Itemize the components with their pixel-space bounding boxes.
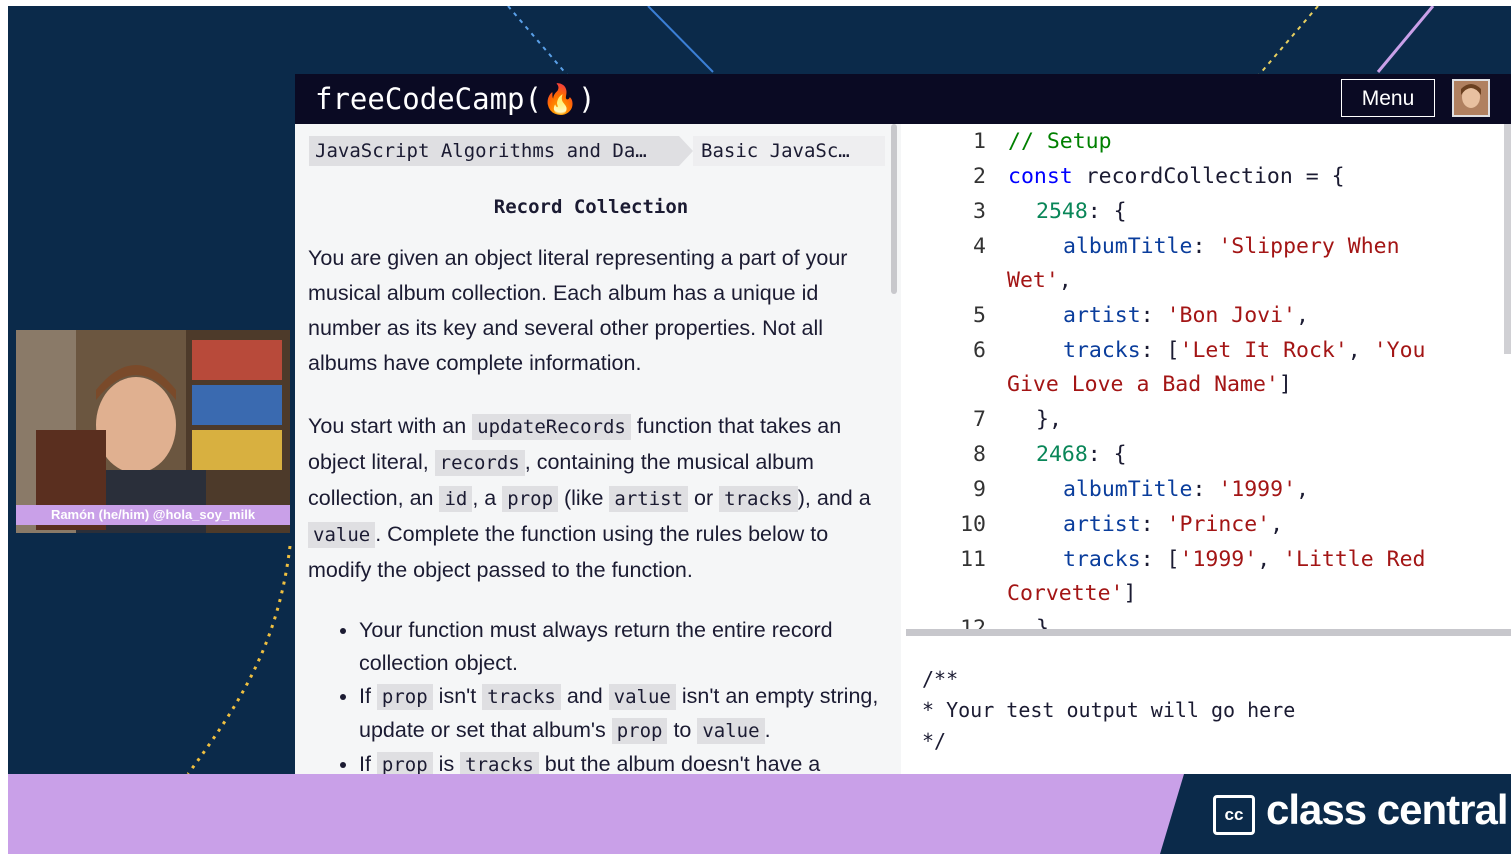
top-nav: freeCodeCamp(🔥) Menu — [295, 74, 1511, 124]
breadcrumb-item-block[interactable]: Basic JavaSc… — [693, 136, 885, 166]
code-line: Give Love a Bad Name'] — [1007, 372, 1292, 397]
breadcrumb-item-superblock[interactable]: JavaScript Algorithms and Da… — [309, 136, 679, 166]
avatar[interactable] — [1452, 79, 1490, 117]
line-number: 3 — [973, 199, 986, 224]
code-line: // Setup — [1008, 129, 1112, 154]
freecodecamp-logo[interactable]: freeCodeCamp(🔥) — [315, 82, 596, 117]
line-number: 8 — [973, 442, 986, 467]
class-central-logo-text: class central — [1266, 786, 1509, 833]
code-line: Wet', — [1007, 268, 1072, 293]
code-line: albumTitle: '1999', — [1063, 477, 1309, 502]
breadcrumb-separator — [679, 136, 693, 166]
challenge-description-pane: JavaScript Algorithms and Da… Basic Java… — [295, 124, 901, 774]
test-output: /** * Your test output will go here */ — [922, 667, 1296, 753]
code-prop: prop — [376, 684, 433, 710]
class-central-logo-icon: cc — [1213, 795, 1255, 835]
code-line: albumTitle: 'Slippery When — [1063, 234, 1400, 259]
editor-scrollbar[interactable] — [1504, 124, 1511, 354]
avatar-image — [1454, 81, 1488, 115]
code-prop: prop — [611, 718, 668, 744]
rule-item: If prop is tracks but the album doesn't … — [359, 748, 899, 774]
code-line: 2468: { — [1036, 442, 1127, 467]
stream-overlay: Ramón (he/him) @hola_soy_milk freeCodeCa… — [8, 6, 1511, 854]
line-number: 2 — [973, 164, 986, 189]
code-value: value — [608, 684, 676, 710]
code-tracks: tracks — [482, 684, 561, 710]
code-line: } — [1036, 616, 1049, 629]
line-number: 5 — [973, 303, 986, 328]
webcam-feed: Ramón (he/him) @hola_soy_milk — [16, 330, 290, 533]
code-editor[interactable]: 1 2 3 4 5 6 7 8 9 10 11 12 // Setup cons… — [906, 124, 1511, 629]
line-number: 11 — [960, 547, 986, 572]
pane-resizer[interactable] — [906, 629, 1511, 636]
challenge-title: Record Collection — [493, 196, 689, 218]
line-number: 10 — [960, 512, 986, 537]
code-line: artist: 'Prince', — [1063, 512, 1284, 537]
editor-pane: 1 2 3 4 5 6 7 8 9 10 11 12 // Setup cons… — [906, 124, 1511, 774]
freecodecamp-window: freeCodeCamp(🔥) Menu JavaScript Algorith… — [295, 74, 1511, 774]
code-tracks: tracks — [719, 486, 798, 512]
webcam-image — [16, 330, 290, 533]
line-number: 6 — [973, 338, 986, 363]
line-number: 7 — [973, 407, 986, 432]
code-line: tracks: ['Let It Rock', 'You — [1063, 338, 1426, 363]
code-line: 2548: { — [1036, 199, 1127, 224]
description-scrollbar[interactable] — [891, 124, 897, 294]
code-artist: artist — [609, 486, 689, 512]
code-line: artist: 'Bon Jovi', — [1063, 303, 1309, 328]
code-line: tracks: ['1999', 'Little Red — [1063, 547, 1426, 572]
code-records: records — [434, 450, 525, 476]
description-paragraph-2: You start with an updateRecords function… — [308, 414, 871, 582]
code-line: const recordCollection = { — [1008, 164, 1345, 189]
rule-item: Your function must always return the ent… — [359, 614, 899, 680]
webcam-caption: Ramón (he/him) @hola_soy_milk — [16, 505, 290, 525]
rule-item: If prop isn't tracks and value isn't an … — [359, 680, 899, 748]
code-tracks: tracks — [460, 752, 539, 774]
code-line: Corvette'] — [1007, 581, 1137, 606]
line-number: 12 — [960, 616, 986, 629]
code-updaterecords: updateRecords — [472, 414, 631, 440]
code-value: value — [308, 522, 376, 548]
line-number: 4 — [973, 234, 986, 259]
line-number: 9 — [973, 477, 986, 502]
menu-button[interactable]: Menu — [1341, 79, 1435, 117]
code-line: }, — [1036, 407, 1062, 432]
line-number: 1 — [973, 129, 986, 154]
description-paragraph-1: You are given an object literal represen… — [308, 246, 848, 375]
code-id: id — [439, 486, 473, 512]
code-prop: prop — [376, 752, 433, 774]
rules-list: Your function must always return the ent… — [335, 614, 899, 774]
code-value: value — [697, 718, 765, 744]
code-prop: prop — [502, 486, 559, 512]
